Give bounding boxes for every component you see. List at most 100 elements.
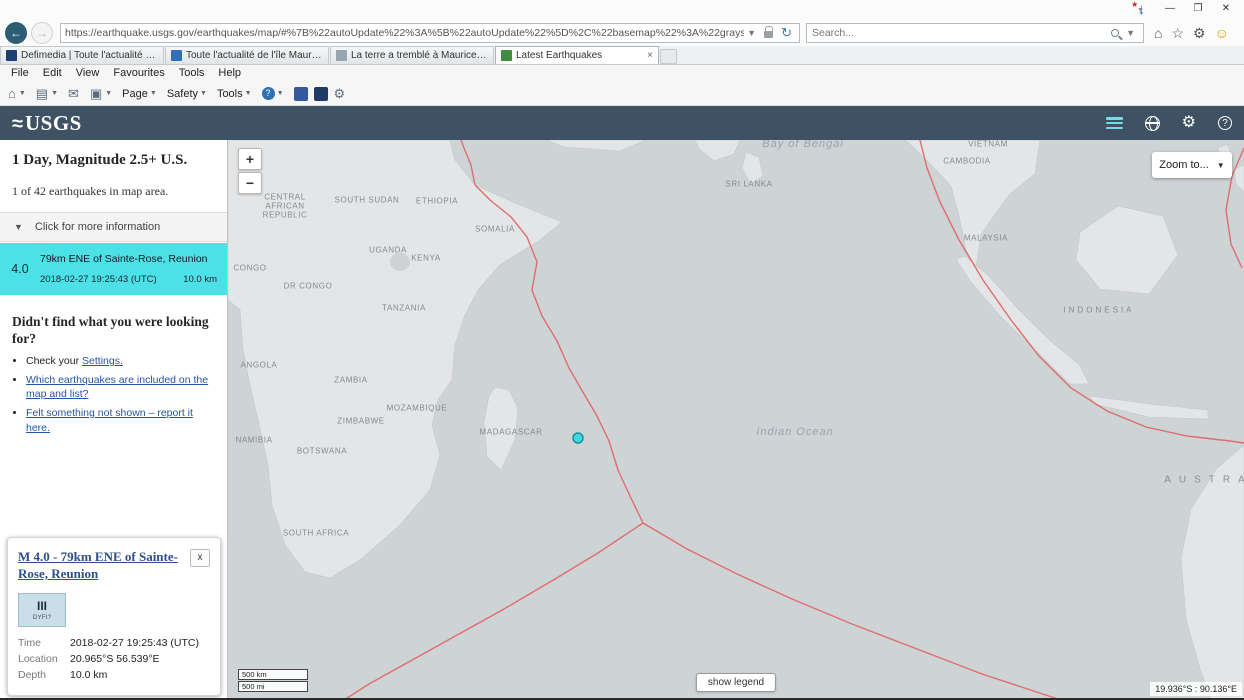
event-time: 2018-02-27 19:25:43 (UTC) bbox=[40, 274, 157, 285]
zoom-to-dropdown[interactable]: Zoom to... ▼ bbox=[1152, 152, 1232, 178]
lock-icon bbox=[764, 31, 773, 38]
search-icon[interactable] bbox=[1111, 29, 1119, 37]
search-input[interactable] bbox=[812, 27, 1111, 39]
zoom-out-button[interactable]: − bbox=[238, 172, 262, 194]
safety-menu[interactable]: Safety▼ bbox=[167, 88, 207, 100]
command-bar: ⌂▼ ▤▼ ✉ ▣▼ Page▼ Safety▼ Tools▼ ?▼ ⚙ bbox=[0, 82, 1244, 106]
sumatra-island bbox=[956, 256, 1089, 384]
help-list-item: Check your Settings. bbox=[26, 354, 215, 369]
event-popup-title-link[interactable]: M 4.0 - 79km ENE of Sainte-Rose, Reunion bbox=[18, 549, 178, 583]
event-place: 79km ENE of Sainte-Rose, Reunion bbox=[40, 253, 217, 265]
tab-label: Toute l'actualité de l'île Mauric... bbox=[186, 50, 323, 61]
dyfi-intensity-badge[interactable]: III DYFI? bbox=[18, 593, 66, 627]
dyfi-label: DYFI? bbox=[33, 614, 51, 621]
menu-bar: FileEditViewFavouritesToolsHelp bbox=[0, 65, 1244, 82]
browser-tab[interactable]: Toute l'actualité de l'île Mauric... bbox=[165, 46, 329, 64]
map-canvas[interactable]: CENTRALAFRICANREPUBLICSOUTH SUDANETHIOPI… bbox=[228, 140, 1244, 700]
menu-item-tools[interactable]: Tools bbox=[172, 65, 212, 82]
help-icon[interactable]: ? bbox=[262, 87, 275, 100]
lake-victoria bbox=[390, 253, 410, 271]
address-bar-row: ← → ▼ ↻ ▼ ⌂ ☆ ⚙ ☺ bbox=[0, 20, 1244, 46]
globe-icon[interactable] bbox=[1145, 116, 1160, 131]
addon-gear-icon[interactable]: ⚙ bbox=[334, 86, 346, 102]
tab-favicon bbox=[171, 50, 182, 61]
popup-detail-label: Location bbox=[18, 653, 70, 665]
menu-item-edit[interactable]: Edit bbox=[36, 65, 69, 82]
intensity-value: III bbox=[37, 600, 47, 612]
browser-tab[interactable]: La terre a tremblé à Maurice c... bbox=[330, 46, 494, 64]
new-tab-button[interactable] bbox=[660, 49, 677, 64]
madagascar-island bbox=[484, 387, 518, 470]
help-menu[interactable]: ?▼ bbox=[262, 87, 284, 100]
favorites-star-icon[interactable]: ☆ bbox=[1171, 25, 1184, 42]
popup-detail-label: Depth bbox=[18, 669, 70, 681]
feed-caret-icon[interactable]: ▼ bbox=[51, 90, 58, 97]
search-dropdown-icon[interactable]: ▼ bbox=[1126, 28, 1135, 38]
india-tip bbox=[695, 140, 740, 161]
borneo-island bbox=[1076, 206, 1178, 294]
menu-item-help[interactable]: Help bbox=[211, 65, 248, 82]
print-icon[interactable]: ▣ bbox=[90, 86, 102, 102]
africa-landmass bbox=[228, 140, 562, 578]
menu-item-favourites[interactable]: Favourites bbox=[106, 65, 171, 82]
java-island bbox=[1090, 396, 1208, 419]
popup-close-button[interactable]: x bbox=[190, 549, 210, 567]
forward-button[interactable]: → bbox=[31, 22, 53, 44]
popup-detail-row: Time2018-02-27 19:25:43 (UTC) bbox=[18, 637, 210, 649]
search-field[interactable]: ▼ bbox=[806, 23, 1144, 43]
maximize-icon[interactable]: ❐ bbox=[1184, 0, 1212, 18]
help-circle-icon[interactable]: ? bbox=[1218, 116, 1232, 130]
list-icon[interactable] bbox=[1106, 117, 1123, 129]
page-menu[interactable]: Page▼ bbox=[122, 88, 157, 100]
earthquake-marker[interactable] bbox=[573, 433, 583, 443]
url-field[interactable]: ▼ ↻ bbox=[60, 23, 800, 43]
back-button[interactable]: ← bbox=[5, 22, 27, 44]
print-caret-icon[interactable]: ▼ bbox=[105, 90, 112, 97]
not-found-list: Check your Settings. Which earthquakes ar… bbox=[26, 354, 215, 439]
popup-detail-row: Location20.965°S 56.539°E bbox=[18, 653, 210, 665]
menu-item-file[interactable]: File bbox=[4, 65, 36, 82]
usgs-logo[interactable]: ≈ USGS bbox=[12, 111, 82, 136]
map-settings-gear-icon[interactable]: ⚙ bbox=[1182, 115, 1196, 131]
show-legend-button[interactable]: show legend bbox=[696, 673, 776, 692]
mail-icon[interactable]: ✉ bbox=[68, 86, 79, 102]
more-information-row[interactable]: ▼ Click for more information bbox=[0, 212, 227, 242]
popup-detail-value: 10.0 km bbox=[70, 669, 107, 681]
tab-label: Latest Earthquakes bbox=[516, 50, 643, 61]
page-caret-icon: ▼ bbox=[150, 90, 157, 97]
plugin-icon-2[interactable] bbox=[314, 87, 328, 101]
settings-gear-icon[interactable]: ⚙ bbox=[1193, 25, 1206, 42]
earthquake-list-item[interactable]: 4.0 79km ENE of Sainte-Rose, Reunion 201… bbox=[0, 243, 227, 295]
tab-label: La terre a tremblé à Maurice c... bbox=[351, 50, 488, 61]
zoom-in-button[interactable]: + bbox=[238, 148, 262, 170]
url-input[interactable] bbox=[65, 27, 744, 39]
browser-tab[interactable]: Latest Earthquakes × bbox=[495, 46, 659, 64]
download-caret-icon[interactable]: ▼ bbox=[1137, 7, 1144, 14]
plugin-icon-1[interactable] bbox=[294, 87, 308, 101]
menu-item-view[interactable]: View bbox=[69, 65, 107, 82]
feedback-smiley-icon[interactable]: ☺ bbox=[1215, 25, 1229, 41]
help-list-item: Felt something not shown – report it her… bbox=[26, 406, 215, 435]
refresh-icon[interactable]: ↻ bbox=[781, 25, 792, 41]
basemap-svg bbox=[228, 140, 1244, 700]
url-dropdown-icon[interactable]: ▼ bbox=[747, 28, 756, 38]
tools-menu[interactable]: Tools▼ bbox=[217, 88, 252, 100]
help-item-link[interactable]: Which earthquakes are included on the ma… bbox=[26, 374, 208, 401]
event-depth: 10.0 km bbox=[183, 274, 217, 285]
browser-tab[interactable]: Defimedia | Toute l'actualité d... bbox=[0, 46, 164, 64]
minimize-icon[interactable]: — bbox=[1156, 0, 1184, 18]
tab-close-icon[interactable]: × bbox=[647, 50, 653, 61]
tab-label: Defimedia | Toute l'actualité d... bbox=[21, 50, 158, 61]
not-found-heading: Didn't find what you were looking for? bbox=[12, 314, 209, 348]
close-icon[interactable]: ✕ bbox=[1212, 0, 1240, 18]
help-item-link[interactable]: Felt something not shown – report it her… bbox=[26, 407, 193, 434]
home-small-icon[interactable]: ⌂ bbox=[8, 86, 16, 101]
home-icon[interactable]: ⌂ bbox=[1154, 25, 1162, 41]
tab-favicon bbox=[336, 50, 347, 61]
map-scale: 500 km 500 mi bbox=[238, 668, 308, 692]
home-caret-icon[interactable]: ▼ bbox=[19, 90, 26, 97]
feed-title: 1 Day, Magnitude 2.5+ U.S. bbox=[12, 152, 217, 169]
help-item-text: Check your bbox=[26, 355, 82, 367]
help-item-link[interactable]: Settings. bbox=[82, 355, 123, 367]
feed-icon[interactable]: ▤ bbox=[36, 86, 48, 102]
